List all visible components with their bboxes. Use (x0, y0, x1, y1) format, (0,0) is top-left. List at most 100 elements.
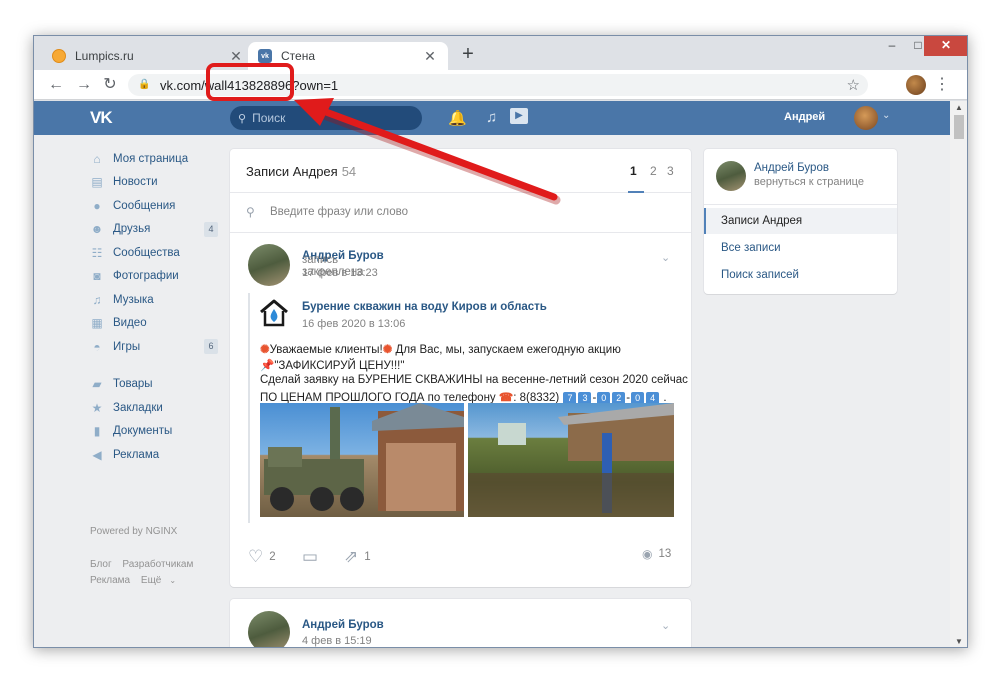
post-author-avatar[interactable] (248, 244, 290, 286)
comment-button[interactable]: ▭ (302, 547, 324, 567)
page-link-3[interactable]: 3 (667, 164, 674, 178)
filter-search-posts[interactable]: Поиск записей (704, 262, 897, 288)
search-icon: ⚲ (246, 205, 255, 219)
gamepad-icon: ◓ (93, 339, 101, 354)
back-to-page-link[interactable]: вернуться к странице (754, 176, 864, 188)
games-count-badge: 6 (204, 339, 218, 354)
post-author-name[interactable]: Андрей Буров (302, 619, 384, 631)
nav-item-friends[interactable]: ☻ Друзья 4 (90, 218, 218, 242)
nav-item-my-page[interactable]: ⌂ Моя страница (90, 147, 218, 171)
scroll-down-icon[interactable]: ▼ (954, 637, 964, 646)
view-count: 13 (658, 548, 672, 560)
nav-item-documents[interactable]: ▮ Документы (90, 420, 218, 444)
bell-icon[interactable]: 🔔 (448, 109, 467, 127)
views-counter: ◉ 13 (642, 547, 671, 561)
url-highlight-callout (206, 63, 294, 101)
house-water-icon[interactable] (258, 297, 290, 329)
megaphone-icon: ◀ (92, 447, 102, 462)
kebab-menu-icon[interactable]: ⋮ (934, 75, 950, 95)
profile-avatar[interactable] (906, 75, 926, 95)
forward-arrow-icon[interactable]: → (74, 75, 94, 95)
post-date[interactable]: 4 фев в 15:19 (302, 635, 372, 647)
tab-title: Стена (281, 49, 316, 63)
message-icon: ● (93, 198, 101, 213)
window-close-button[interactable]: ✕ (924, 36, 967, 56)
nav-item-photos[interactable]: ◙ Фотографии (90, 265, 218, 289)
footer-more-link[interactable]: Ещё (141, 575, 161, 586)
footer-blog-link[interactable]: Блог (90, 559, 112, 570)
filter-all-posts[interactable]: Все записи (704, 235, 897, 261)
nav-item-messages[interactable]: ● Сообщения (90, 194, 218, 218)
search-icon: ⚲ (238, 112, 247, 125)
bag-icon: ▰ (92, 377, 102, 392)
nav-label: Сообщества (113, 246, 180, 259)
owner-avatar[interactable] (716, 161, 746, 191)
wall-search-input[interactable]: ⚲ Введите фразу или слово (230, 193, 691, 233)
comment-icon: ▭ (302, 547, 319, 566)
owner-name[interactable]: Андрей Буров (754, 162, 829, 174)
footer-dev-link[interactable]: Разработчикам (122, 559, 193, 570)
browser-window: Lumpics.ru ✕ vk Стена ✕ + – □ ✕ ← → ↻ 🔒 … (33, 35, 968, 648)
close-tab-icon[interactable]: ✕ (228, 48, 244, 65)
post-slogan: "ЗАФИКСИРУЙ ЦЕНУ!!!" (274, 360, 405, 372)
vertical-scrollbar[interactable]: ▲ ▼ (950, 101, 967, 647)
sparkle-emoji-icon: ✺ (382, 344, 393, 356)
minimize-button[interactable]: – (880, 36, 904, 56)
music-note-icon[interactable]: ♫ (486, 109, 497, 126)
groups-icon: ☷ (91, 245, 103, 260)
yard-photo (468, 403, 674, 517)
post-promo-text: Для Вас, мы, запускаем ежегодную акцию (395, 344, 621, 356)
nav-label: Видео (113, 317, 147, 330)
new-tab-button[interactable]: + (458, 44, 478, 64)
reload-icon[interactable]: ↻ (100, 75, 120, 95)
bookmark-star-icon[interactable]: ☆ (847, 76, 860, 94)
post-author: Андрей Буров запись закреплена (302, 250, 384, 278)
repost-date[interactable]: 16 фев 2020 в 13:06 (302, 318, 405, 330)
nav-item-games[interactable]: ◓ Игры 6 (90, 335, 218, 359)
left-sidebar: ⌂ Моя страница ▤ Новости ● Сообщения ☻ Друзь… (90, 147, 218, 467)
close-tab-icon[interactable]: ✕ (422, 48, 438, 65)
video-icon: ▦ (91, 316, 103, 331)
nav-item-groups[interactable]: ☷ Сообщества (90, 241, 218, 265)
post-date[interactable]: 17 фев в 13:23 (302, 267, 378, 279)
header-avatar[interactable] (854, 106, 878, 130)
scroll-up-icon[interactable]: ▲ (954, 103, 964, 112)
share-button[interactable]: ⇗ 1 (344, 547, 371, 567)
nav-item-music[interactable]: ♫ Музыка (90, 288, 218, 312)
header-user-name[interactable]: Андрей (784, 111, 825, 123)
wall-title: Записи Андрея 54 (246, 164, 356, 179)
browser-toolbar: ← → ↻ 🔒 vk.com/wall413828896?own=1 ☆ ⋮ (34, 70, 967, 100)
back-arrow-icon[interactable]: ← (46, 75, 66, 95)
chevron-down-icon[interactable]: ⌄ (882, 110, 890, 121)
vk-logo[interactable]: VK (90, 108, 113, 128)
page-link-2[interactable]: 2 (650, 164, 657, 178)
wall-card: Записи Андрея 54 1 2 3 ⚲ Введите фразу ил… (230, 149, 691, 587)
panel-divider (704, 204, 897, 205)
vk-search-input[interactable]: ⚲ Поиск (230, 106, 422, 130)
post-photo-1[interactable] (260, 403, 464, 517)
nav-item-ads[interactable]: ◀ Реклама (90, 443, 218, 467)
nav-item-video[interactable]: ▦ Видео (90, 312, 218, 336)
nav-item-bookmarks[interactable]: ★ Закладки (90, 396, 218, 420)
scroll-thumb[interactable] (954, 115, 964, 139)
post-greeting: Уважаемые клиенты! (269, 344, 383, 356)
post-author-avatar[interactable] (248, 611, 290, 647)
drilling-truck-photo (264, 403, 464, 511)
nav-label: Новости (113, 176, 158, 189)
like-button[interactable]: ♡ 2 (248, 547, 276, 567)
post-menu-chevron-icon[interactable]: ⌄ (661, 251, 670, 264)
footer-ads-link[interactable]: Реклама (90, 575, 130, 586)
post-photo-2[interactable] (468, 403, 674, 517)
post-menu-chevron-icon[interactable]: ⌄ (661, 619, 670, 632)
filter-andrey-posts[interactable]: Записи Андрея (704, 208, 897, 234)
page-link-1[interactable]: 1 (630, 164, 637, 178)
nav-label: Закладки (113, 401, 163, 414)
like-count: 2 (269, 551, 276, 563)
share-arrow-icon: ⇗ (344, 547, 359, 566)
lock-icon: 🔒 (138, 79, 151, 90)
nav-item-news[interactable]: ▤ Новости (90, 171, 218, 195)
repost-group-name[interactable]: Бурение скважин на воду Киров и область (302, 301, 547, 313)
footer-links-2: Реклама Ещё ⌄ (90, 575, 176, 586)
play-icon[interactable]: ▶ (510, 108, 528, 124)
nav-item-goods[interactable]: ▰ Товары (90, 373, 218, 397)
